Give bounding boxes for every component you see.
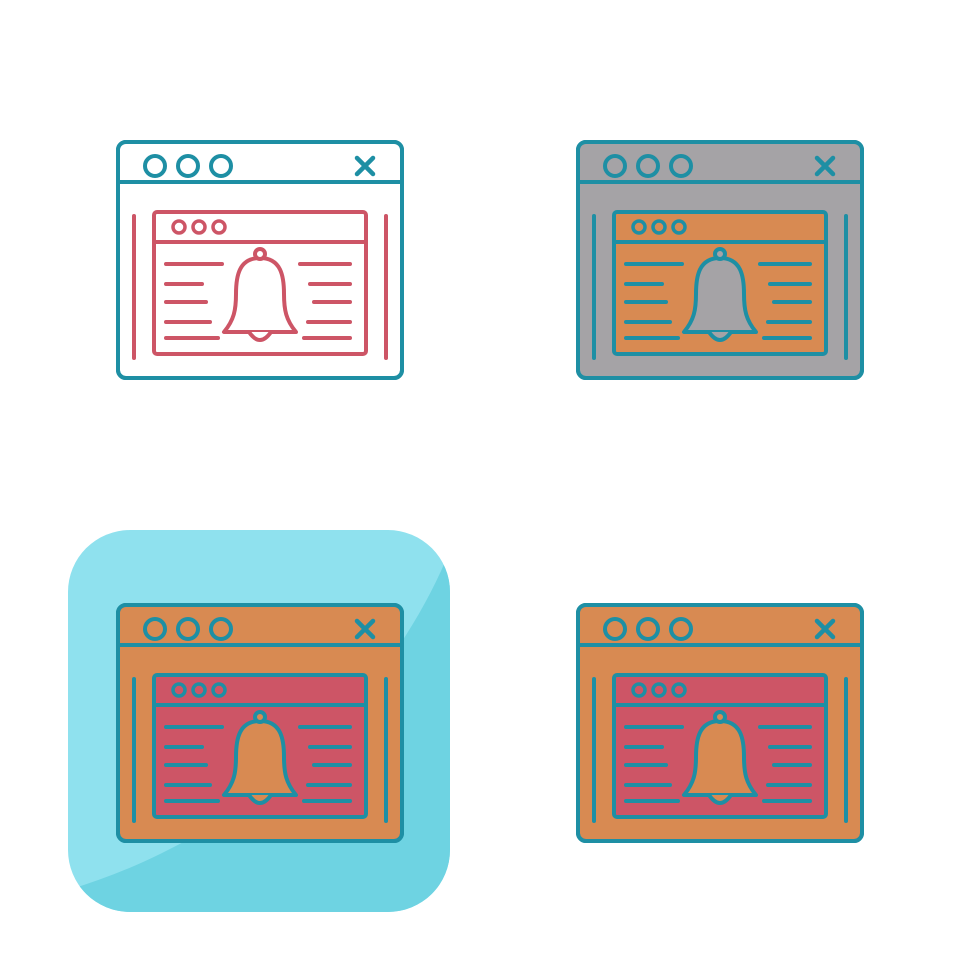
browser-notification-icon-line (110, 130, 410, 390)
bell-clapper-icon (247, 330, 273, 342)
browser-notification-icon-flat (570, 593, 870, 853)
bell-clapper-icon (707, 793, 733, 805)
bell-top-icon (713, 247, 727, 261)
browser-window-icon (576, 140, 864, 380)
browser-notification-icon-tile (110, 593, 410, 853)
bell-clapper-icon (707, 330, 733, 342)
browser-window-icon (576, 603, 864, 843)
browser-window-icon (116, 140, 404, 380)
bell-top-icon (253, 247, 267, 261)
bell-clapper-icon (247, 793, 273, 805)
bell-top-icon (253, 710, 267, 724)
browser-window-icon (116, 603, 404, 843)
bell-top-icon (713, 710, 727, 724)
browser-notification-icon-gray (570, 130, 870, 390)
